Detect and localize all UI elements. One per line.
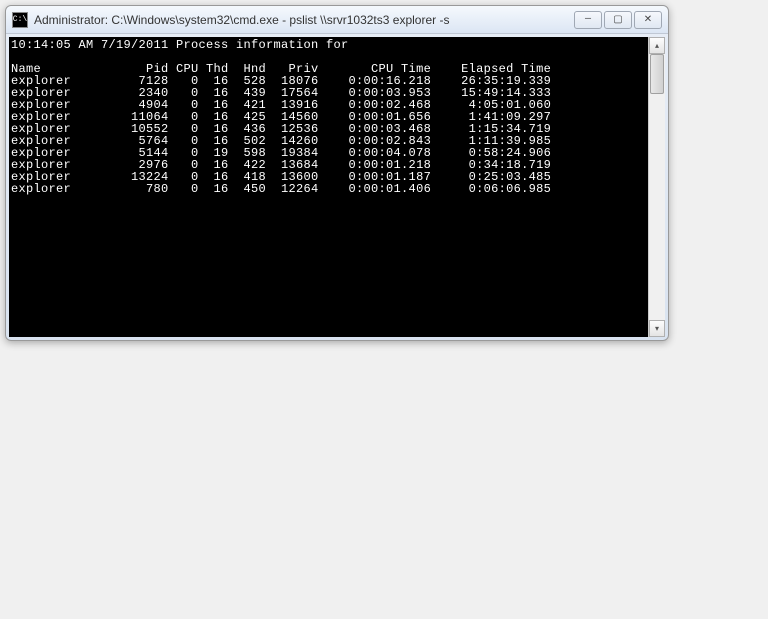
app-icon: C:\ [12,12,28,28]
window-controls: — ▢ ✕ [574,11,662,29]
maximize-button[interactable]: ▢ [604,11,632,29]
scroll-thumb[interactable] [650,54,664,94]
scroll-up-button[interactable]: ▴ [649,37,665,54]
titlebar[interactable]: C:\ Administrator: C:\Windows\system32\c… [6,6,668,34]
scroll-down-button[interactable]: ▾ [649,320,665,337]
console-area: 10:14:05 AM 7/19/2011 Process informatio… [6,34,668,340]
close-button[interactable]: ✕ [634,11,662,29]
minimize-button[interactable]: — [574,11,602,29]
scrollbar[interactable]: ▴ ▾ [648,37,665,337]
console-output[interactable]: 10:14:05 AM 7/19/2011 Process informatio… [9,37,648,337]
icon-text: C:\ [13,15,27,24]
cmd-window: C:\ Administrator: C:\Windows\system32\c… [5,5,669,341]
window-title: Administrator: C:\Windows\system32\cmd.e… [34,13,574,27]
